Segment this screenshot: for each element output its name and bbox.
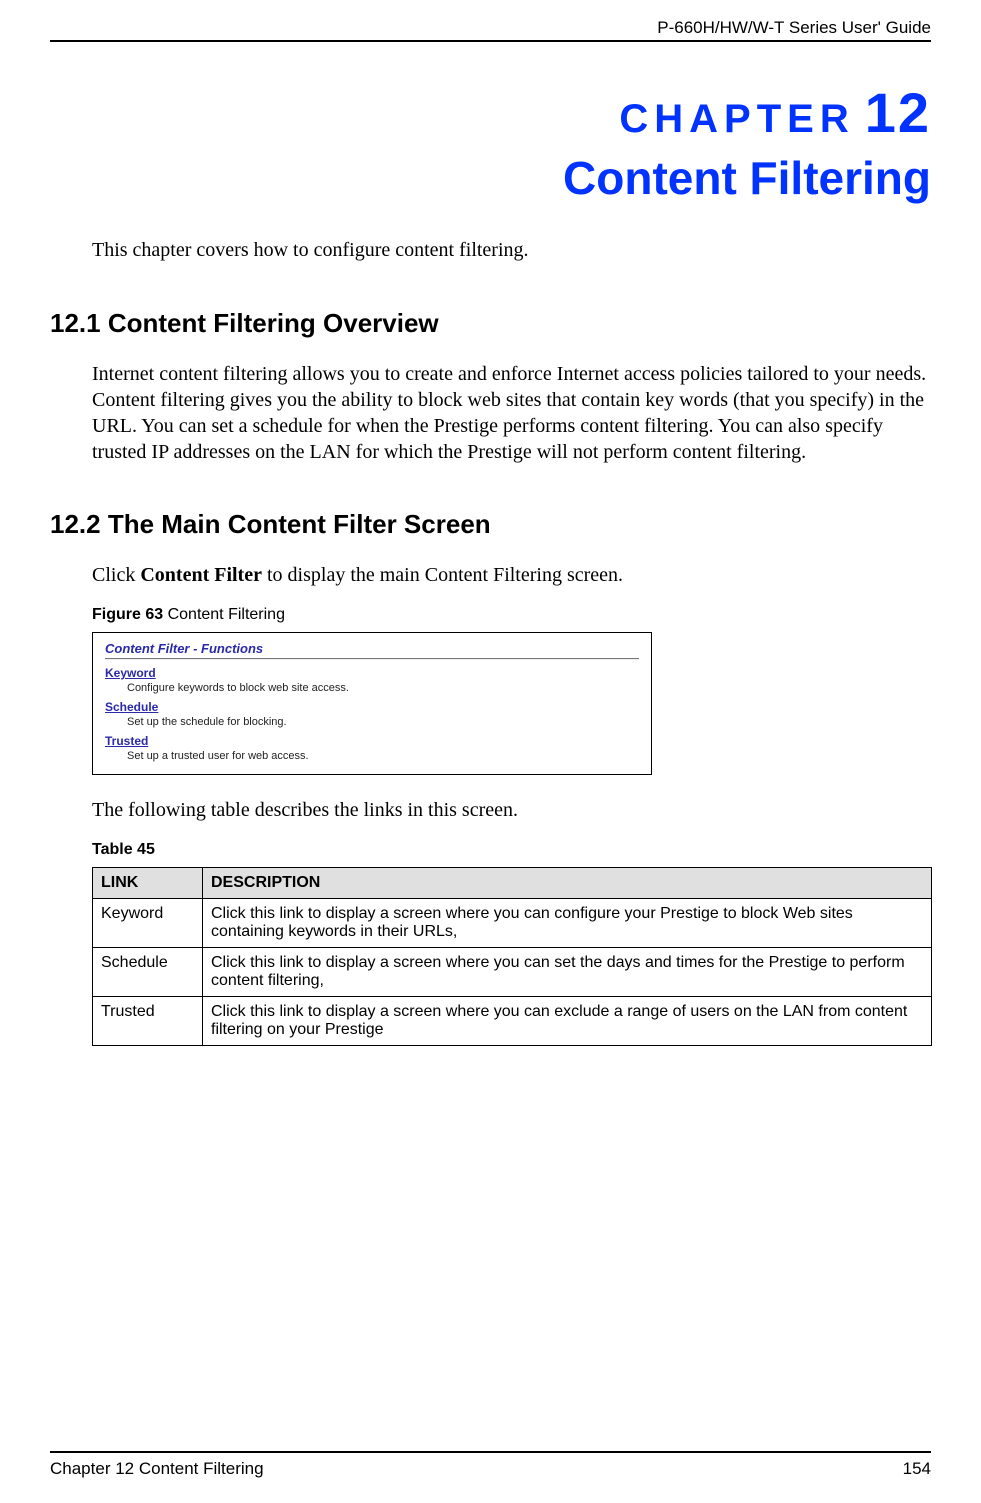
table-cell-desc: Click this link to display a screen wher… <box>203 899 932 948</box>
figure-desc-keyword: Configure keywords to block web site acc… <box>127 682 639 694</box>
chapter-label: CHAPTER <box>619 97 854 141</box>
section-12-1-heading: 12.1 Content Filtering Overview <box>50 308 931 339</box>
table-cell-desc: Click this link to display a screen wher… <box>203 948 932 997</box>
lead-pre: Click <box>92 564 140 586</box>
lead-post: to display the main Content Filtering sc… <box>262 564 623 586</box>
figure-desc-trusted: Set up a trusted user for web access. <box>127 750 639 762</box>
chapter-intro: This chapter covers how to configure con… <box>92 239 931 262</box>
figure-caption-text: Content Filtering <box>163 606 285 623</box>
figure-caption: Figure 63 Content Filtering <box>92 606 931 624</box>
table-row: Trusted Click this link to display a scr… <box>93 997 932 1046</box>
lead-bold: Content Filter <box>140 564 262 586</box>
header-guide-title: P-660H/HW/W-T Series User' Guide <box>50 18 931 40</box>
footer-chapter: Chapter 12 Content Filtering <box>50 1459 264 1479</box>
table-links: LINK DESCRIPTION Keyword Click this link… <box>92 867 932 1046</box>
section-12-2-heading: 12.2 The Main Content Filter Screen <box>50 509 931 540</box>
table-cell-link: Trusted <box>93 997 203 1046</box>
figure-link-keyword[interactable]: Keyword <box>105 666 639 680</box>
figure-content-filter-functions: Content Filter - Functions Keyword Confi… <box>92 632 652 775</box>
section-12-2-lead: Click Content Filter to display the main… <box>92 562 931 588</box>
figure-caption-label: Figure 63 <box>92 606 163 623</box>
chapter-block: CHAPTER 12 Content Filtering <box>50 80 931 205</box>
figure-panel-title: Content Filter - Functions <box>105 641 639 656</box>
chapter-title: Content Filtering <box>50 151 931 205</box>
table-row: Keyword Click this link to display a scr… <box>93 899 932 948</box>
table-cell-link: Keyword <box>93 899 203 948</box>
footer-page-number: 154 <box>903 1459 931 1479</box>
chapter-number: 12 <box>865 81 931 144</box>
table-cell-desc: Click this link to display a screen wher… <box>203 997 932 1046</box>
figure-link-trusted[interactable]: Trusted <box>105 734 639 748</box>
section-12-1-para: Internet content filtering allows you to… <box>92 361 931 465</box>
figure-desc-schedule: Set up the schedule for blocking. <box>127 716 639 728</box>
table-header-desc: DESCRIPTION <box>203 868 932 899</box>
table-caption: Table 45 <box>92 841 931 859</box>
table-cell-link: Schedule <box>93 948 203 997</box>
table-header-link: LINK <box>93 868 203 899</box>
table-header-row: LINK DESCRIPTION <box>93 868 932 899</box>
footer-rule <box>50 1451 931 1453</box>
figure-link-schedule[interactable]: Schedule <box>105 700 639 714</box>
header-rule <box>50 40 931 42</box>
table-row: Schedule Click this link to display a sc… <box>93 948 932 997</box>
page-footer: Chapter 12 Content Filtering 154 <box>50 1451 931 1503</box>
figure-divider <box>105 658 639 660</box>
after-figure-text: The following table describes the links … <box>92 797 931 823</box>
